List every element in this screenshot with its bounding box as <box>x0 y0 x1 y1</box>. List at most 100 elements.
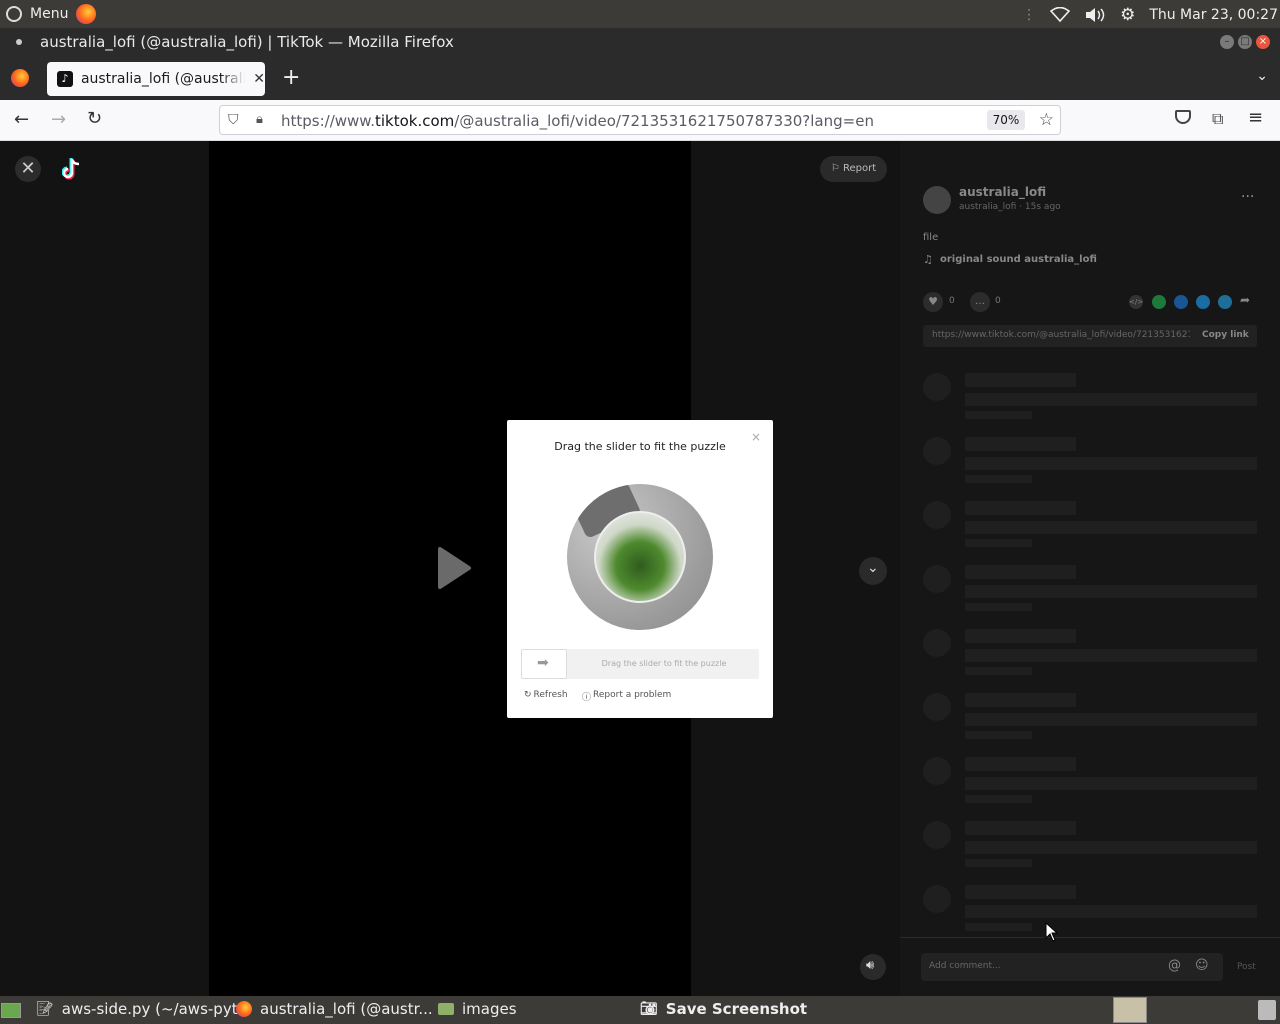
skeleton-line <box>965 585 1257 598</box>
skeleton-line <box>965 905 1257 918</box>
comment-button[interactable]: … <box>970 292 990 312</box>
os-clock[interactable]: Thu Mar 23, 00:27 <box>1149 7 1278 23</box>
skeleton-line <box>965 475 1032 483</box>
wifi-icon[interactable] <box>1050 7 1071 23</box>
firefox-view-icon[interactable] <box>11 69 29 87</box>
skeleton-avatar <box>923 501 951 529</box>
app-menu-icon[interactable]: ≡ <box>1248 107 1263 128</box>
maximize-button[interactable]: □ <box>1238 35 1252 49</box>
tab-close-icon[interactable]: ✕ <box>253 71 265 87</box>
extensions-icon[interactable]: ⧉ <box>1212 109 1223 129</box>
comment-count: 0 <box>995 296 1001 306</box>
taskbar-item-images[interactable]: images <box>438 1000 517 1018</box>
post-comment-button[interactable]: Post <box>1237 962 1256 972</box>
skeleton-line <box>965 411 1032 419</box>
workspace-switcher[interactable] <box>1113 997 1147 1023</box>
minimize-button[interactable]: – <box>1220 35 1234 49</box>
captcha-puzzle-image <box>567 484 713 630</box>
captcha-slider-handle[interactable]: ➡ <box>521 649 567 679</box>
skeleton-line <box>965 437 1076 451</box>
like-count: 0 <box>949 296 955 306</box>
close-window-button[interactable]: × <box>1256 35 1270 49</box>
author-subline: australia_lofi · 15s ago <box>959 202 1061 212</box>
taskbar-item-images-label: images <box>462 1000 517 1018</box>
captcha-report-button[interactable]: ⓘ Report a problem <box>582 690 671 703</box>
back-arrow-icon[interactable]: ← <box>14 109 29 130</box>
taskbar-item-screenshot[interactable]: 📷︎ Save Screenshot <box>640 1000 807 1018</box>
refresh-label: Refresh <box>533 690 568 700</box>
reload-icon[interactable]: ↻ <box>87 108 102 129</box>
firefox-launcher-icon[interactable] <box>76 4 97 24</box>
report-problem-label: Report a problem <box>593 690 672 700</box>
taskbar-item-firefox[interactable]: australia_lofi (@austr... <box>236 1000 433 1018</box>
skeleton-avatar <box>923 373 951 401</box>
comment-input[interactable]: Add comment... @ ☺ <box>921 953 1223 981</box>
url-text[interactable]: https://www.tiktok.com/@australia_lofi/v… <box>281 112 874 130</box>
skeleton-line <box>965 603 1032 611</box>
tab-tiktok[interactable]: ♪ australia_lofi (@australia_lofi) | Tik… <box>47 62 265 96</box>
taskbar-item-editor-label: aws-side.py (~/aws-pyt... <box>61 1000 252 1018</box>
report-button[interactable]: ⚐ Report <box>820 156 887 182</box>
close-video-button[interactable]: ✕ <box>15 156 41 182</box>
shield-icon[interactable]: ⛉ <box>228 112 239 128</box>
skeleton-avatar <box>923 757 951 785</box>
video-info-panel: australia_lofi australia_lofi · 15s ago … <box>900 141 1280 996</box>
skeleton-line <box>965 859 1032 867</box>
skeleton-line <box>965 923 1032 931</box>
list-all-tabs-icon[interactable]: ⌄ <box>1256 68 1268 84</box>
trash-icon[interactable] <box>1258 1000 1276 1020</box>
avatar[interactable] <box>923 186 951 214</box>
pocket-icon[interactable] <box>1175 110 1191 124</box>
lock-icon[interactable]: 🔒︎ <box>256 112 263 127</box>
url-bar[interactable]: ⛉ 🔒︎ https://www.tiktok.com/@australia_l… <box>219 105 1061 135</box>
skeleton-line <box>965 821 1076 835</box>
settings-gear-icon[interactable]: ⚙ <box>1120 5 1135 25</box>
mention-icon[interactable]: @ <box>1168 958 1181 973</box>
skeleton-avatar <box>923 437 951 465</box>
play-icon[interactable] <box>437 547 471 589</box>
skeleton-avatar <box>923 821 951 849</box>
os-tray: ⋮ ⚙ Thu Mar 23, 00:27 <box>1022 5 1278 25</box>
mute-button[interactable]: 🔊︎ <box>860 954 886 980</box>
more-options-icon[interactable]: ··· <box>1241 189 1254 205</box>
new-tab-button[interactable]: + <box>282 65 300 90</box>
speaker-icon: 🔊︎ <box>866 958 875 973</box>
skeleton-line <box>965 373 1076 387</box>
tiktok-logo-icon[interactable] <box>62 157 84 181</box>
os-menu-button[interactable]: Menu <box>6 4 97 24</box>
forward-arrow-icon[interactable]: → <box>51 109 66 130</box>
show-desktop-icon[interactable] <box>1 1003 21 1018</box>
url-domain: tiktok.com <box>374 112 455 130</box>
skeleton-avatar <box>923 629 951 657</box>
author-username[interactable]: australia_lofi <box>959 185 1046 199</box>
captcha-modal: × Drag the slider to fit the puzzle Drag… <box>507 420 773 718</box>
whatsapp-icon[interactable] <box>1152 295 1166 309</box>
bookmark-star-icon[interactable]: ☆ <box>1039 110 1054 130</box>
captcha-title: Drag the slider to fit the puzzle <box>554 440 726 453</box>
share-arrow-icon[interactable]: ➦ <box>1240 293 1250 307</box>
zoom-level-badge[interactable]: 70% <box>987 110 1025 130</box>
skeleton-line <box>965 885 1076 899</box>
facebook-icon[interactable] <box>1174 295 1188 309</box>
next-video-button[interactable]: ⌄ <box>859 557 887 585</box>
captcha-refresh-button[interactable]: ↻ Refresh <box>524 690 568 700</box>
folder-icon <box>438 1003 454 1015</box>
emoji-icon[interactable]: ☺ <box>1195 958 1209 973</box>
firefox-icon <box>236 1001 252 1017</box>
twitter-icon[interactable] <box>1196 295 1210 309</box>
telegram-icon[interactable] <box>1218 295 1232 309</box>
taskbar-item-screenshot-label: Save Screenshot <box>665 1000 808 1018</box>
taskbar-item-editor[interactable]: 📝︎ aws-side.py (~/aws-pyt... <box>36 1000 252 1018</box>
window-title: australia_lofi (@australia_lofi) | TikTo… <box>40 33 454 51</box>
copy-link-button[interactable]: Copy link <box>1202 330 1249 340</box>
embed-icon[interactable]: </> <box>1129 295 1143 309</box>
captcha-rotating-piece <box>594 511 686 603</box>
share-link-text: https://www.tiktok.com/@australia_lofi/v… <box>932 330 1190 340</box>
skeleton-avatar <box>923 885 951 913</box>
os-taskbar: 📝︎ aws-side.py (~/aws-pyt... australia_lo… <box>0 996 1280 1024</box>
sound-link[interactable]: original sound australia_lofi <box>940 254 1097 265</box>
volume-icon[interactable] <box>1084 7 1106 23</box>
skeleton-line <box>965 731 1032 739</box>
comment-placeholder: Add comment... <box>929 961 1001 971</box>
like-button[interactable]: ♥ <box>923 292 943 312</box>
